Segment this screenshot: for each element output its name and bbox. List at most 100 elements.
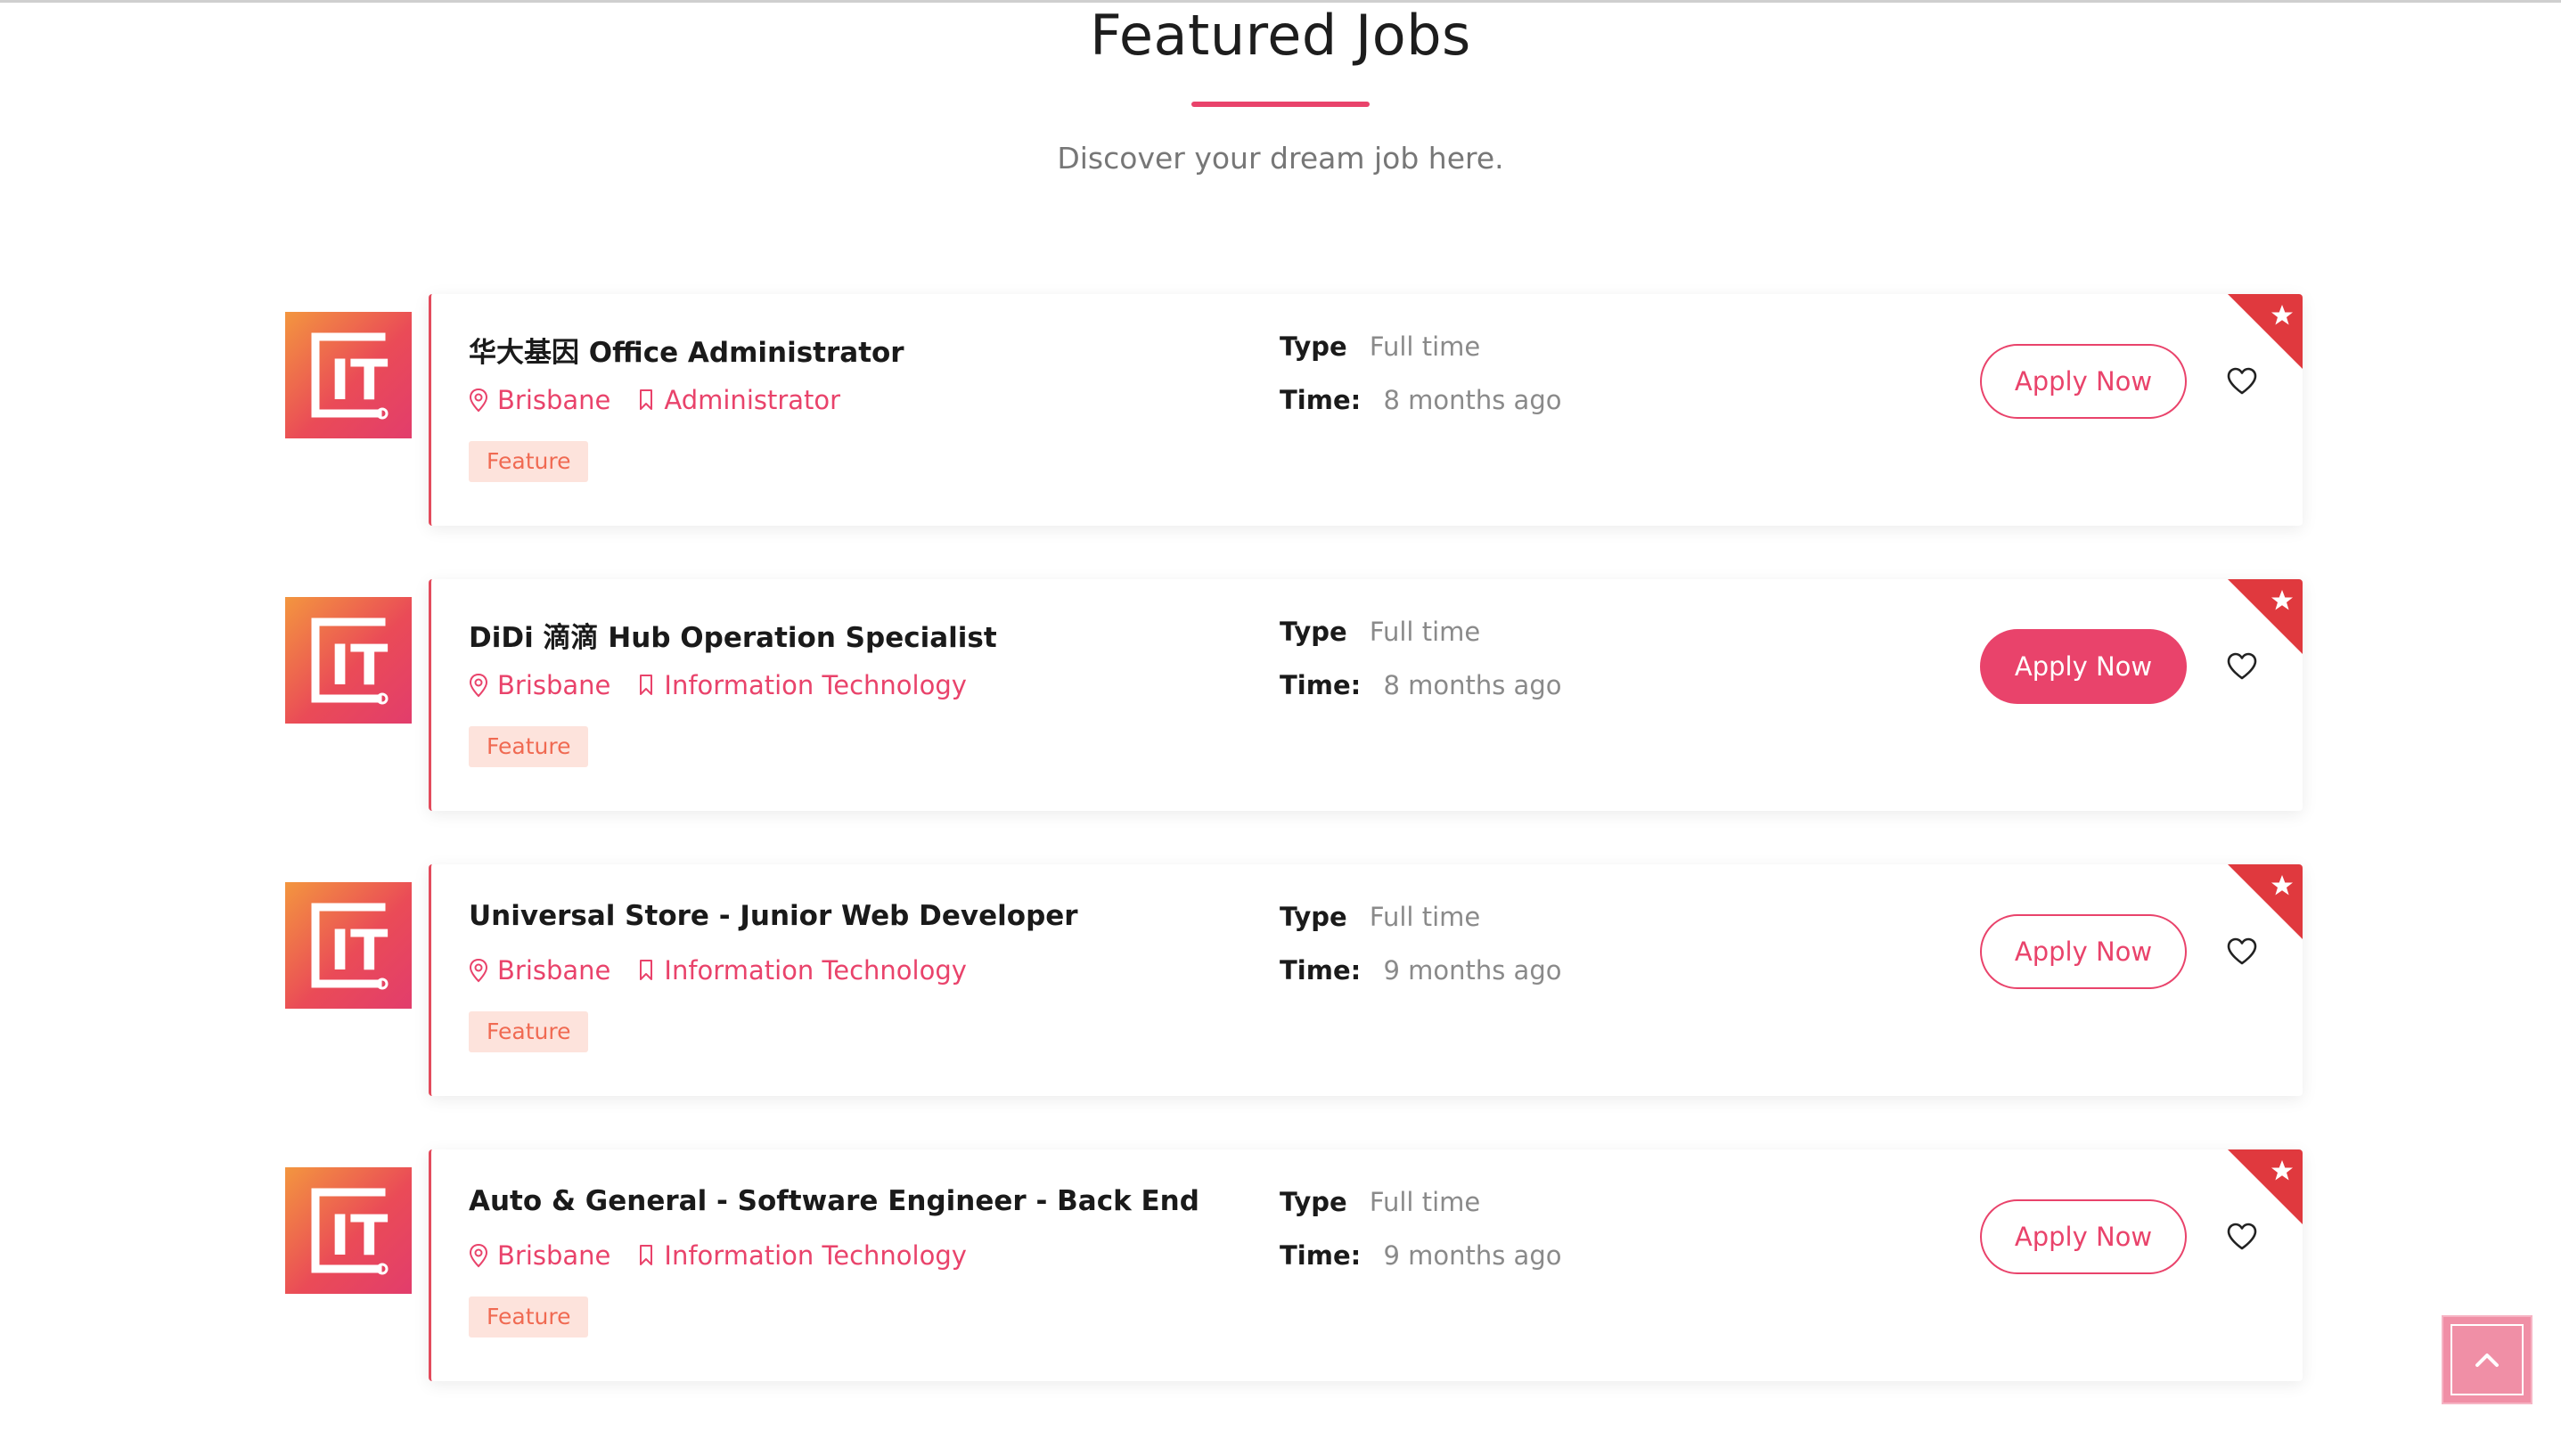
job-time-label: Time:: [1280, 385, 1362, 415]
job-category-text: Information Technology: [664, 670, 967, 700]
job-time-label: Time:: [1280, 1240, 1362, 1271]
apply-now-button[interactable]: Apply Now: [1980, 629, 2187, 704]
job-location-text: Brisbane: [497, 670, 611, 700]
map-pin-icon: [469, 1243, 488, 1268]
section-title: Featured Jobs: [1090, 3, 1471, 68]
map-pin-icon: [469, 958, 488, 983]
job-card[interactable]: Universal Store - Junior Web Developer B…: [429, 864, 2303, 1096]
job-location-text: Brisbane: [497, 955, 611, 986]
job-type-label: Type: [1280, 902, 1347, 932]
job-type-value: Full time: [1369, 1187, 1481, 1217]
svg-text:IT: IT: [330, 1203, 388, 1268]
bookmark-icon: [640, 675, 653, 695]
job-location[interactable]: Brisbane: [469, 955, 610, 986]
it-logo-icon: IT: [311, 332, 389, 420]
section-subtitle: Discover your dream job here.: [1057, 141, 1504, 176]
heart-icon: [2227, 367, 2257, 395]
job-type-label: Type: [1280, 1187, 1347, 1217]
featured-ribbon: [2228, 294, 2303, 369]
bookmark-icon: [640, 389, 653, 410]
job-type: Type Full time: [1280, 902, 1480, 932]
apply-now-button[interactable]: Apply Now: [1980, 344, 2187, 419]
job-listing: IT Auto & General - Software Engineer - …: [0, 1149, 2561, 1381]
job-time: Time: 9 months ago: [1280, 1240, 1561, 1271]
svg-text:IT: IT: [330, 918, 388, 983]
featured-jobs-header: Featured Jobs Discover your dream job he…: [0, 0, 2561, 176]
company-logo[interactable]: IT: [285, 597, 412, 724]
job-time: Time: 8 months ago: [1280, 385, 1561, 415]
job-type: Type Full time: [1280, 1187, 1480, 1217]
job-category-text: Information Technology: [664, 1240, 967, 1271]
job-meta: Brisbane Information Technology: [469, 1240, 994, 1271]
job-time: Time: 8 months ago: [1280, 670, 1561, 700]
job-type-value: Full time: [1369, 617, 1481, 647]
heart-icon: [2227, 937, 2257, 965]
job-category[interactable]: Information Technology: [637, 955, 967, 986]
map-pin-icon: [469, 673, 488, 698]
apply-now-button[interactable]: Apply Now: [1980, 1199, 2187, 1274]
job-type-label: Type: [1280, 617, 1347, 647]
favorite-button[interactable]: [2224, 364, 2260, 399]
job-time-value: 9 months ago: [1383, 955, 1562, 986]
job-location-text: Brisbane: [497, 1240, 611, 1271]
it-logo-icon: IT: [311, 618, 389, 705]
job-meta: Brisbane Information Technology: [469, 670, 994, 700]
scroll-to-top-frame: [2451, 1324, 2524, 1395]
favorite-button[interactable]: [2224, 1219, 2260, 1255]
job-time-value: 8 months ago: [1383, 670, 1562, 700]
job-location[interactable]: Brisbane: [469, 1240, 610, 1271]
heart-icon: [2227, 652, 2257, 680]
job-title[interactable]: Auto & General - Software Engineer - Bac…: [469, 1185, 1199, 1217]
it-logo-icon: IT: [311, 903, 389, 990]
feature-badge: Feature: [469, 726, 589, 767]
job-title[interactable]: DiDi 滴滴 Hub Operation Specialist: [469, 615, 997, 655]
title-underline: [1191, 102, 1370, 107]
job-time-value: 9 months ago: [1383, 1240, 1562, 1271]
feature-badge: Feature: [469, 1296, 589, 1337]
job-type-label: Type: [1280, 331, 1347, 362]
svg-text:IT: IT: [330, 633, 388, 698]
job-time-label: Time:: [1280, 955, 1362, 986]
job-listing: IT DiDi 滴滴 Hub Operation Specialist Bris…: [0, 579, 2561, 811]
job-type: Type Full time: [1280, 617, 1480, 647]
job-meta: Brisbane Information Technology: [469, 955, 994, 986]
job-category[interactable]: Administrator: [637, 385, 840, 415]
heart-icon: [2227, 1223, 2257, 1250]
job-card[interactable]: Auto & General - Software Engineer - Bac…: [429, 1149, 2303, 1381]
job-listing: IT 华大基因 Office Administrator Brisbane Ad…: [0, 294, 2561, 526]
feature-badge: Feature: [469, 441, 589, 482]
it-logo-icon: IT: [311, 1188, 389, 1275]
job-time: Time: 9 months ago: [1280, 955, 1561, 986]
favorite-button[interactable]: [2224, 649, 2260, 684]
featured-ribbon: [2228, 864, 2303, 939]
feature-badge: Feature: [469, 1011, 589, 1052]
featured-ribbon: [2228, 1149, 2303, 1224]
job-location[interactable]: Brisbane: [469, 670, 610, 700]
job-card[interactable]: 华大基因 Office Administrator Brisbane Admin…: [429, 294, 2303, 526]
job-category-text: Information Technology: [664, 955, 967, 986]
job-type-value: Full time: [1369, 902, 1481, 932]
favorite-button[interactable]: [2224, 934, 2260, 969]
company-logo[interactable]: IT: [285, 882, 412, 1009]
job-category[interactable]: Information Technology: [637, 1240, 967, 1271]
svg-text:IT: IT: [330, 348, 388, 413]
chevron-up-icon: [2475, 1354, 2499, 1367]
job-type: Type Full time: [1280, 331, 1480, 362]
job-meta: Brisbane Administrator: [469, 385, 867, 415]
job-time-label: Time:: [1280, 670, 1362, 700]
job-listing: IT Universal Store - Junior Web Develope…: [0, 864, 2561, 1096]
job-category-text: Administrator: [664, 385, 841, 415]
job-time-value: 8 months ago: [1383, 385, 1562, 415]
job-type-value: Full time: [1369, 331, 1481, 362]
job-location[interactable]: Brisbane: [469, 385, 610, 415]
company-logo[interactable]: IT: [285, 312, 412, 438]
company-logo[interactable]: IT: [285, 1167, 412, 1294]
job-card[interactable]: DiDi 滴滴 Hub Operation Specialist Brisban…: [429, 579, 2303, 811]
scroll-to-top-button[interactable]: [2442, 1315, 2532, 1404]
apply-now-button[interactable]: Apply Now: [1980, 914, 2187, 989]
job-title[interactable]: Universal Store - Junior Web Developer: [469, 900, 1078, 932]
job-location-text: Brisbane: [497, 385, 611, 415]
job-category[interactable]: Information Technology: [637, 670, 967, 700]
bookmark-icon: [640, 1245, 653, 1265]
job-title[interactable]: 华大基因 Office Administrator: [469, 330, 904, 370]
